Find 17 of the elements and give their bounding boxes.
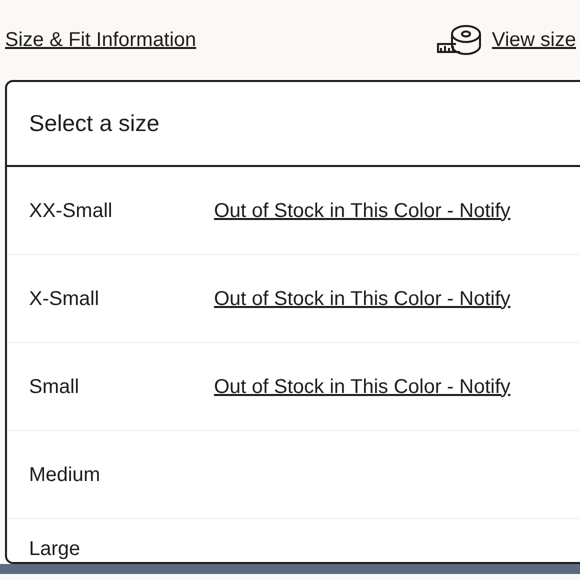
size-option[interactable]: Medium bbox=[7, 431, 580, 519]
tape-measure-icon bbox=[436, 24, 484, 56]
size-label: X-Small bbox=[29, 286, 100, 312]
notify-link[interactable]: Out of Stock in This Color - Notify bbox=[214, 286, 510, 310]
dropdown-title: Select a size bbox=[7, 82, 580, 167]
notify-link[interactable]: Out of Stock in This Color - Notify bbox=[214, 198, 510, 222]
size-option[interactable]: X-Small Out of Stock in This Color - Notify bbox=[7, 255, 580, 343]
size-fit-link[interactable]: Size & Fit Information bbox=[5, 28, 196, 52]
size-option[interactable]: Small Out of Stock in This Color - Notify bbox=[7, 343, 580, 431]
size-option[interactable]: Large bbox=[7, 519, 580, 561]
size-chart-link[interactable]: View size bbox=[492, 28, 576, 52]
size-option[interactable]: XX-Small Out of Stock in This Color - Notify bbox=[7, 167, 580, 255]
size-label: Small bbox=[29, 374, 80, 400]
size-label: Large bbox=[29, 538, 82, 560]
size-label: Medium bbox=[29, 462, 102, 488]
size-label: XX-Small bbox=[29, 198, 114, 224]
notify-link[interactable]: Out of Stock in This Color - Notify bbox=[214, 374, 510, 398]
